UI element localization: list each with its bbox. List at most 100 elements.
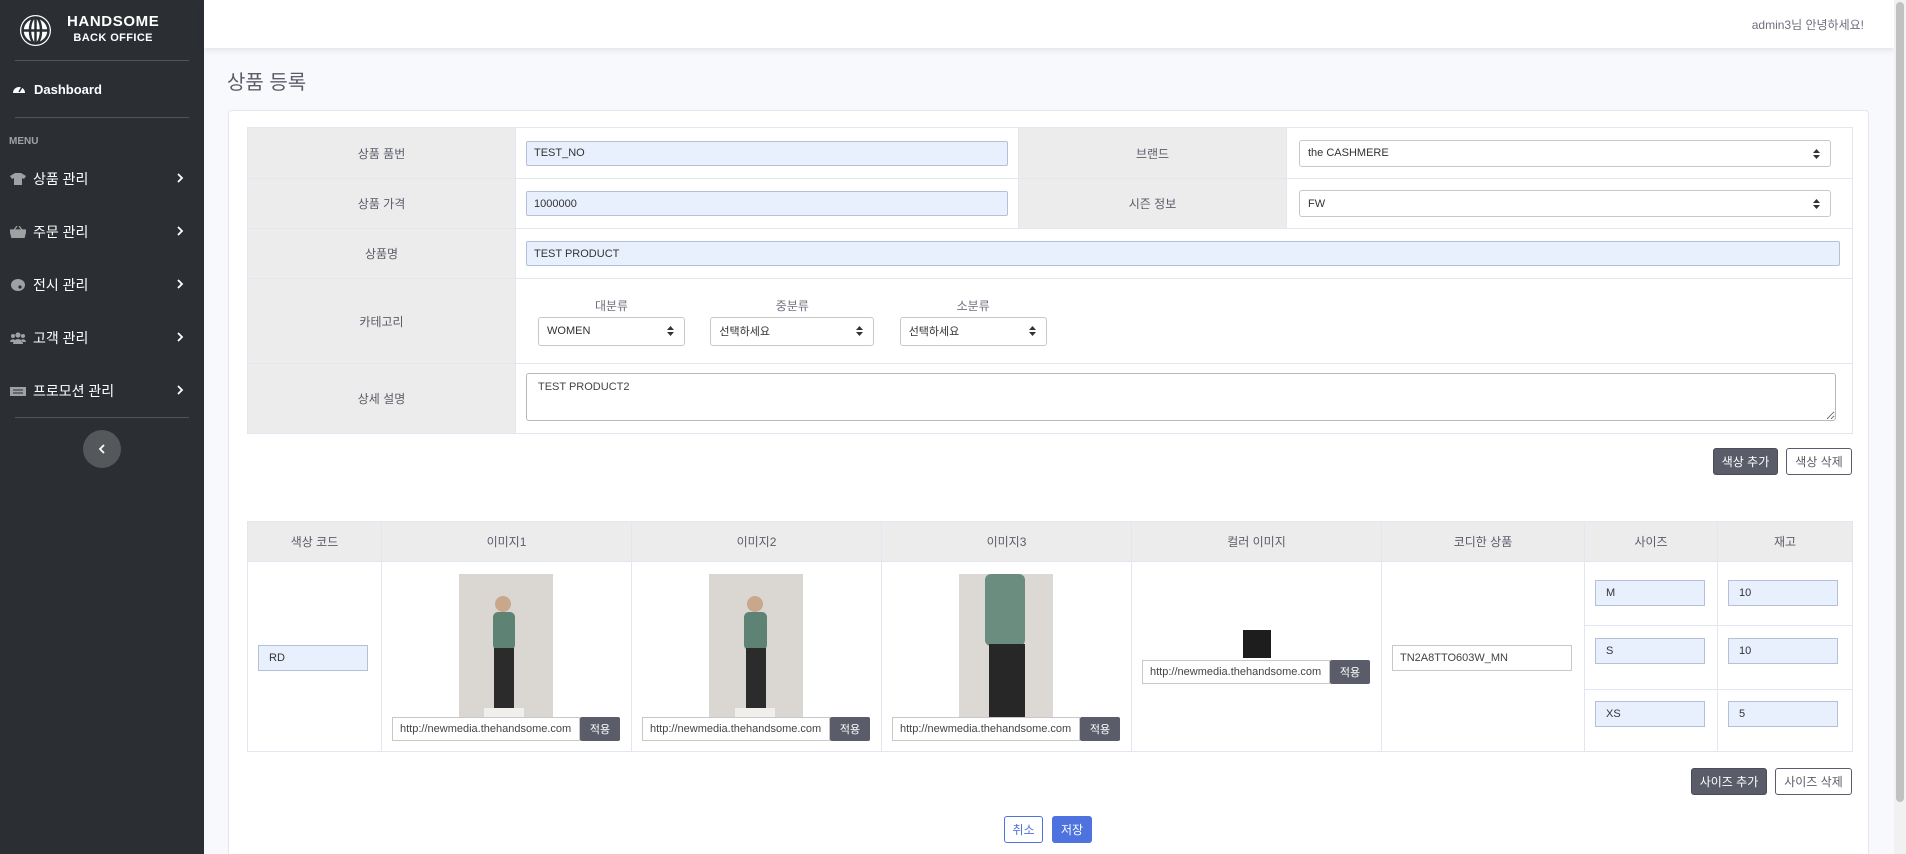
price-input[interactable]: 1000000 bbox=[526, 191, 1008, 216]
chevron-right-icon bbox=[177, 279, 184, 289]
image-2-url-input[interactable]: http://newmedia.thehandsome.com bbox=[642, 717, 830, 741]
color-swatch-image bbox=[1243, 630, 1271, 658]
sidebar-toggle-button[interactable] bbox=[83, 430, 121, 468]
category-large-select[interactable]: WOMEN bbox=[538, 316, 685, 346]
category-small-select[interactable]: 선택하세요 bbox=[899, 316, 1047, 346]
chevron-left-icon bbox=[98, 444, 105, 454]
chevron-right-icon bbox=[177, 385, 184, 395]
column-header: 코디한 상품 bbox=[1381, 521, 1585, 562]
add-color-button[interactable]: 색상 추가 bbox=[1713, 448, 1778, 475]
sidebar-item-label: 전시 관리 bbox=[33, 276, 89, 293]
chevron-right-icon bbox=[177, 173, 184, 183]
category-small-label: 소분류 bbox=[956, 298, 990, 313]
stock-input[interactable]: 10 bbox=[1728, 580, 1838, 606]
category-mid-value: 선택하세요 bbox=[719, 326, 770, 338]
page-scrollbar[interactable] bbox=[1894, 0, 1906, 854]
category-small-value: 선택하세요 bbox=[908, 326, 960, 338]
product-name-label: 상품명 bbox=[247, 228, 516, 279]
column-header: 사이즈 bbox=[1584, 521, 1718, 562]
brand-label: 브랜드 bbox=[1018, 127, 1287, 179]
select-arrows-icon bbox=[1813, 148, 1820, 159]
apply-image-2-button[interactable]: 적용 bbox=[830, 717, 870, 741]
chevron-right-icon bbox=[177, 226, 184, 236]
column-header: 재고 bbox=[1717, 521, 1853, 562]
product-no-input[interactable]: TEST_NO bbox=[526, 140, 1008, 166]
save-button[interactable]: 저장 bbox=[1052, 816, 1092, 843]
color-code-input[interactable]: RD bbox=[258, 645, 368, 671]
users-icon bbox=[10, 331, 26, 344]
sidebar-item-display[interactable]: 전시 관리 bbox=[0, 258, 204, 311]
sidebar-item-customer[interactable]: 고객 관리 bbox=[0, 311, 204, 364]
sidebar-item-label: 주문 관리 bbox=[33, 223, 89, 240]
palette-icon bbox=[11, 278, 25, 291]
price-label: 상품 가격 bbox=[247, 178, 516, 229]
select-arrows-icon bbox=[1028, 325, 1036, 336]
column-header: 컬러 이미지 bbox=[1131, 521, 1382, 562]
product-no-label: 상품 품번 bbox=[247, 127, 516, 179]
sidebar-heading: MENU bbox=[9, 136, 39, 147]
stock-input[interactable]: 5 bbox=[1728, 701, 1838, 727]
image-1-url-input[interactable]: http://newmedia.thehandsome.com bbox=[392, 717, 580, 741]
season-select-value: FW bbox=[1308, 197, 1326, 210]
apply-color-image-button[interactable]: 적용 bbox=[1330, 660, 1370, 684]
category-large-value: WOMEN bbox=[547, 325, 591, 337]
cancel-button[interactable]: 취소 bbox=[1004, 816, 1043, 843]
delete-color-button[interactable]: 색상 삭제 bbox=[1786, 448, 1852, 475]
basket-icon bbox=[10, 225, 26, 238]
ticket-icon bbox=[10, 386, 26, 396]
image-3-url-input[interactable]: http://newmedia.thehandsome.com bbox=[892, 717, 1080, 741]
sidebar-item-label: 고객 관리 bbox=[33, 329, 89, 346]
category-mid-label: 중분류 bbox=[775, 298, 809, 313]
size-input[interactable]: S bbox=[1595, 638, 1705, 664]
category-label: 카테고리 bbox=[247, 278, 516, 364]
sidebar-item-label: Dashboard bbox=[34, 81, 102, 97]
delete-size-button[interactable]: 사이즈 삭제 bbox=[1775, 768, 1852, 795]
description-label: 상세 설명 bbox=[247, 363, 516, 434]
brand-select[interactable]: the CASHMERE bbox=[1299, 139, 1831, 167]
chevron-right-icon bbox=[177, 332, 184, 342]
select-arrows-icon bbox=[667, 325, 674, 336]
size-input[interactable]: XS bbox=[1595, 701, 1705, 727]
globe-logo-icon bbox=[20, 14, 51, 46]
brand-select-value: the CASHMERE bbox=[1308, 147, 1389, 159]
tshirt-icon bbox=[10, 172, 26, 185]
user-greeting[interactable]: admin3님 안녕하세요! bbox=[1752, 16, 1864, 33]
season-label: 시즌 정보 bbox=[1018, 178, 1287, 229]
apply-image-3-button[interactable]: 적용 bbox=[1080, 717, 1120, 741]
color-image-url-input[interactable]: http://newmedia.thehandsome.com bbox=[1142, 660, 1330, 684]
sidebar-item-order[interactable]: 주문 관리 bbox=[0, 205, 204, 258]
category-large-label: 대분류 bbox=[594, 298, 629, 313]
brand[interactable]: HANDSOME BACK OFFICE bbox=[0, 0, 204, 60]
select-arrows-icon bbox=[1813, 199, 1820, 209]
stock-input[interactable]: 10 bbox=[1728, 638, 1838, 664]
description-textarea[interactable]: TEST PRODUCT2 bbox=[526, 373, 1836, 421]
column-header: 이미지1 bbox=[381, 521, 632, 562]
product-image-1 bbox=[459, 574, 553, 718]
scrollbar-thumb[interactable] bbox=[1896, 2, 1904, 802]
product-image-3 bbox=[959, 574, 1053, 718]
add-size-button[interactable]: 사이즈 추가 bbox=[1691, 768, 1767, 795]
tachometer-icon bbox=[13, 86, 25, 93]
sidebar-item-label: 프로모션 관리 bbox=[33, 382, 115, 399]
coordinated-product-input[interactable]: TN2A8TTO603W_MN bbox=[1392, 645, 1572, 671]
sidebar: HANDSOME BACK OFFICE Dashboard MENU 상품 관… bbox=[0, 0, 204, 854]
apply-image-1-button[interactable]: 적용 bbox=[580, 717, 620, 741]
brand-subtitle: BACK OFFICE bbox=[73, 32, 153, 44]
select-arrows-icon bbox=[856, 325, 864, 336]
sidebar-item-dashboard[interactable]: Dashboard bbox=[0, 61, 204, 117]
size-input[interactable]: M bbox=[1595, 580, 1705, 606]
category-mid-select[interactable]: 선택하세요 bbox=[710, 316, 875, 346]
color-table: 색상 코드 이미지1 이미지2 이미지3 컬러 이미지 코디한 상품 사이즈 재… bbox=[247, 521, 1853, 752]
season-select[interactable]: FW bbox=[1299, 190, 1831, 217]
product-image-2 bbox=[709, 574, 803, 718]
page-title: 상품 등록 bbox=[227, 72, 307, 94]
sidebar-item-product[interactable]: 상품 관리 bbox=[0, 152, 204, 205]
product-name-input[interactable]: TEST PRODUCT bbox=[526, 241, 1840, 266]
column-header: 이미지2 bbox=[631, 521, 882, 562]
column-header: 이미지3 bbox=[881, 521, 1132, 562]
sidebar-item-promotion[interactable]: 프로모션 관리 bbox=[0, 364, 204, 417]
product-form-card: 상품 품번 TEST_NO 브랜드 the CASHMERE 상품 가격 100… bbox=[228, 110, 1869, 854]
topbar: admin3님 안녕하세요! bbox=[204, 0, 1894, 48]
brand-title: HANDSOME bbox=[67, 13, 160, 30]
product-info-table: 상품 품번 TEST_NO 브랜드 the CASHMERE 상품 가격 100… bbox=[247, 127, 1853, 434]
